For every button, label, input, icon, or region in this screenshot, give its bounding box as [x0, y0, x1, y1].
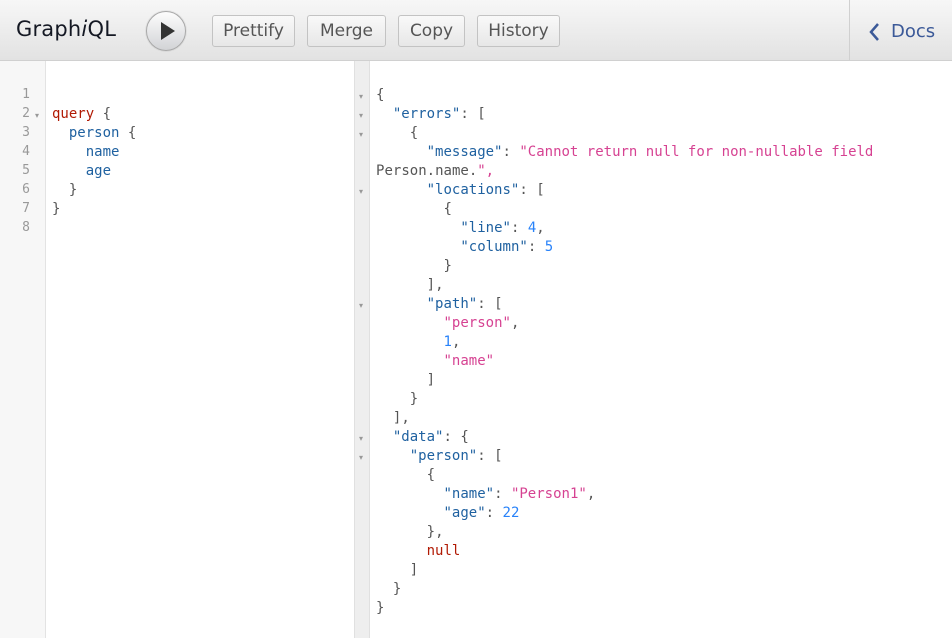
- result-line: "line": 4,: [460, 220, 545, 236]
- app-title: GraphiQL: [16, 17, 117, 41]
- result-line: }: [409, 391, 419, 407]
- code-line: query {: [52, 106, 112, 122]
- fold-toggle-icon[interactable]: ▾: [359, 301, 363, 310]
- fold-toggle-icon[interactable]: ▾: [359, 187, 363, 196]
- line-number: 5: [22, 163, 30, 178]
- result-line: },: [426, 524, 444, 540]
- result-line: "name": [443, 353, 495, 369]
- result-line: {: [376, 87, 385, 103]
- prettify-button[interactable]: Prettify: [212, 15, 295, 47]
- result-line: null: [426, 543, 461, 559]
- code-line: }: [52, 201, 61, 217]
- line-number: 4: [22, 144, 30, 159]
- merge-button[interactable]: Merge: [307, 15, 386, 47]
- result-line: "message": "Cannot return null for non-n…: [426, 144, 874, 160]
- fold-toggle-icon[interactable]: ▾: [359, 92, 363, 101]
- result-line: }: [376, 600, 385, 616]
- result-line: Person.name.",: [376, 163, 495, 179]
- code-line: person {: [68, 125, 137, 141]
- query-editor[interactable]: 1 2 query { 3 person { 4 name 5 age 6 } 7} 8 ▾: [0, 61, 354, 638]
- result-line: "data": {: [392, 429, 469, 445]
- pane-divider[interactable]: ▾ ▾ ▾ ▾ ▾ ▾ ▾: [354, 61, 370, 638]
- docs-button[interactable]: Docs: [849, 0, 952, 60]
- fold-toggle-icon[interactable]: ▾: [359, 434, 363, 443]
- result-line: "age": 22: [443, 505, 520, 521]
- result-line: }: [443, 258, 452, 274]
- line-number: 7: [22, 201, 30, 216]
- result-line: 1,: [443, 334, 461, 350]
- line-number: 2: [22, 106, 30, 121]
- result-line: "locations": [: [426, 182, 545, 198]
- result-line: ]: [409, 562, 419, 578]
- line-number: 3: [22, 125, 30, 140]
- result-viewer: { "errors": [ { "message": "Cannot retur…: [370, 61, 952, 638]
- docs-label: Docs: [891, 21, 936, 42]
- play-icon: [161, 22, 175, 40]
- result-line: {: [443, 201, 452, 217]
- code-line: age: [85, 163, 112, 179]
- result-line: ],: [392, 410, 410, 426]
- result-line: }: [392, 581, 402, 597]
- result-line: "person",: [443, 315, 520, 331]
- result-line: ]: [426, 372, 436, 388]
- toolbar: GraphiQL Prettify Merge Copy History Doc…: [0, 0, 952, 61]
- chevron-left-icon: [869, 23, 879, 41]
- result-line: "errors": [: [392, 106, 486, 122]
- result-line: {: [409, 125, 419, 141]
- result-line: "path": [: [426, 296, 503, 312]
- code-line: name: [85, 144, 120, 160]
- line-number: 1: [22, 87, 30, 102]
- result-line: "person": [: [409, 448, 503, 464]
- copy-button[interactable]: Copy: [398, 15, 465, 47]
- execute-button[interactable]: [146, 11, 186, 51]
- result-line: "name": "Person1",: [443, 486, 596, 502]
- fold-toggle-icon[interactable]: ▾: [359, 453, 363, 462]
- line-number: 8: [22, 220, 30, 235]
- code-line: }: [68, 182, 78, 198]
- result-line: ],: [426, 277, 444, 293]
- fold-toggle-icon[interactable]: ▾: [359, 130, 363, 139]
- line-number: 6: [22, 182, 30, 197]
- result-line: {: [426, 467, 436, 483]
- result-line: "column": 5: [460, 239, 554, 255]
- history-button[interactable]: History: [477, 15, 560, 47]
- fold-toggle-icon[interactable]: ▾: [35, 111, 39, 120]
- fold-toggle-icon[interactable]: ▾: [359, 111, 363, 120]
